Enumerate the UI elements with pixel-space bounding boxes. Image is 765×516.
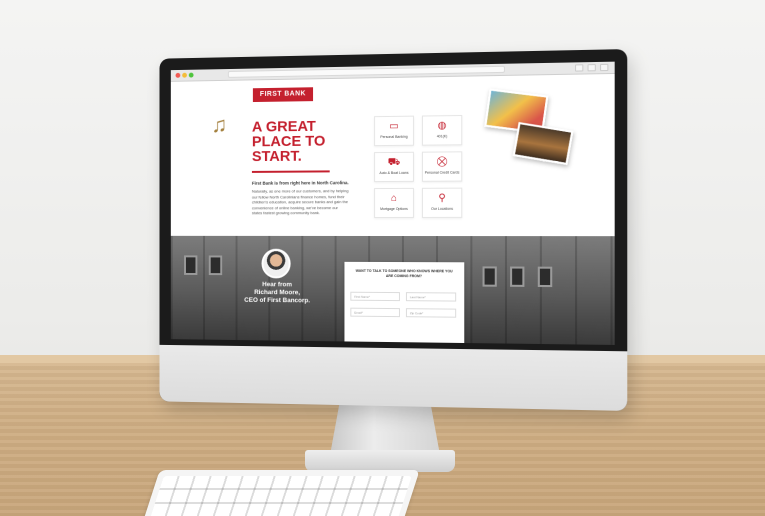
building-window	[510, 266, 525, 287]
tile-label: 401(K)	[436, 134, 448, 139]
tile-mortgage-options[interactable]: ⌂ Mortgage Options	[374, 187, 414, 219]
share-icon[interactable]	[575, 64, 584, 72]
tile-label: Mortgage Options	[380, 206, 408, 212]
last-name-field[interactable]: Last Name*	[405, 292, 457, 302]
add-tab-icon[interactable]	[600, 63, 609, 72]
form-title: WANT TO TALK TO SOMEONE WHO KNOWS WHERE …	[355, 268, 453, 279]
first-name-field[interactable]: First Name*	[350, 291, 400, 302]
maximize-window-icon[interactable]	[188, 72, 194, 78]
minimize-window-icon[interactable]	[182, 72, 187, 78]
contact-form: WANT TO TALK TO SOMEONE WHO KNOWS WHERE …	[344, 261, 465, 344]
ceo-message[interactable]: Hear from Richard Moore, CEO of First Ba…	[230, 281, 325, 305]
bank-card-icon: ▭	[389, 120, 399, 132]
building-window	[537, 266, 553, 288]
tuba-icon: ♫	[211, 112, 228, 137]
tile-personal-banking[interactable]: ▭ Personal Banking	[374, 115, 414, 147]
keyboard-keys	[148, 476, 412, 516]
map-pin-icon: ⚲	[438, 192, 446, 204]
avatar[interactable]	[261, 248, 291, 279]
monitor-chin	[159, 344, 628, 411]
tile-personal-credit-cards[interactable]: ⛒ Personal Credit Cards	[421, 151, 463, 182]
postcard-photo	[512, 121, 574, 166]
close-window-icon[interactable]	[175, 72, 181, 78]
headline-line: START.	[251, 147, 302, 166]
hear-line: CEO of First Bancorp.	[244, 296, 311, 305]
tile-401k[interactable]: ◍ 401(K)	[421, 114, 463, 146]
home-icon: ⌂	[390, 192, 397, 204]
url-bar[interactable]	[227, 65, 505, 78]
zip-code-field[interactable]: Zip Code*	[405, 308, 457, 318]
headline-line: PLACE TO	[251, 132, 326, 151]
apple-logo-icon	[377, 368, 397, 390]
hero-headline: A GREAT PLACE TO START.	[251, 118, 359, 166]
building-window	[184, 255, 198, 275]
tile-auto-boat-loans[interactable]: ⛟ Auto & Boat Loans	[374, 151, 414, 183]
intro-title: First Bank is from right here in North C…	[251, 180, 349, 186]
piggy-icon: ◍	[437, 120, 447, 132]
browser-chrome	[170, 61, 615, 82]
car-icon: ⛟	[387, 156, 401, 168]
building-window	[208, 255, 223, 276]
tile-label: Personal Banking	[380, 134, 408, 140]
keyboard	[140, 470, 420, 516]
cart-icon: ⛒	[436, 156, 448, 168]
tile-label: Auto & Boat Loans	[379, 170, 409, 176]
headline-underline	[251, 170, 330, 173]
monitor: FIRST BANK ♫ A GREAT PLACE TO START. Fir…	[159, 49, 628, 411]
intro-body: Naturally, as one more of our customers,…	[251, 188, 349, 216]
tile-our-locations[interactable]: ⚲ Our Locations	[421, 187, 463, 218]
tile-label: Our Locations	[431, 206, 454, 211]
monitor-stand-base	[305, 450, 455, 472]
email-field[interactable]: Email*	[350, 307, 400, 318]
tabs-icon[interactable]	[587, 64, 596, 72]
building-window	[482, 266, 497, 287]
tile-label: Personal Credit Cards	[424, 170, 460, 175]
brand-logo[interactable]: FIRST BANK	[252, 87, 314, 103]
screen: FIRST BANK ♫ A GREAT PLACE TO START. Fir…	[170, 61, 615, 345]
